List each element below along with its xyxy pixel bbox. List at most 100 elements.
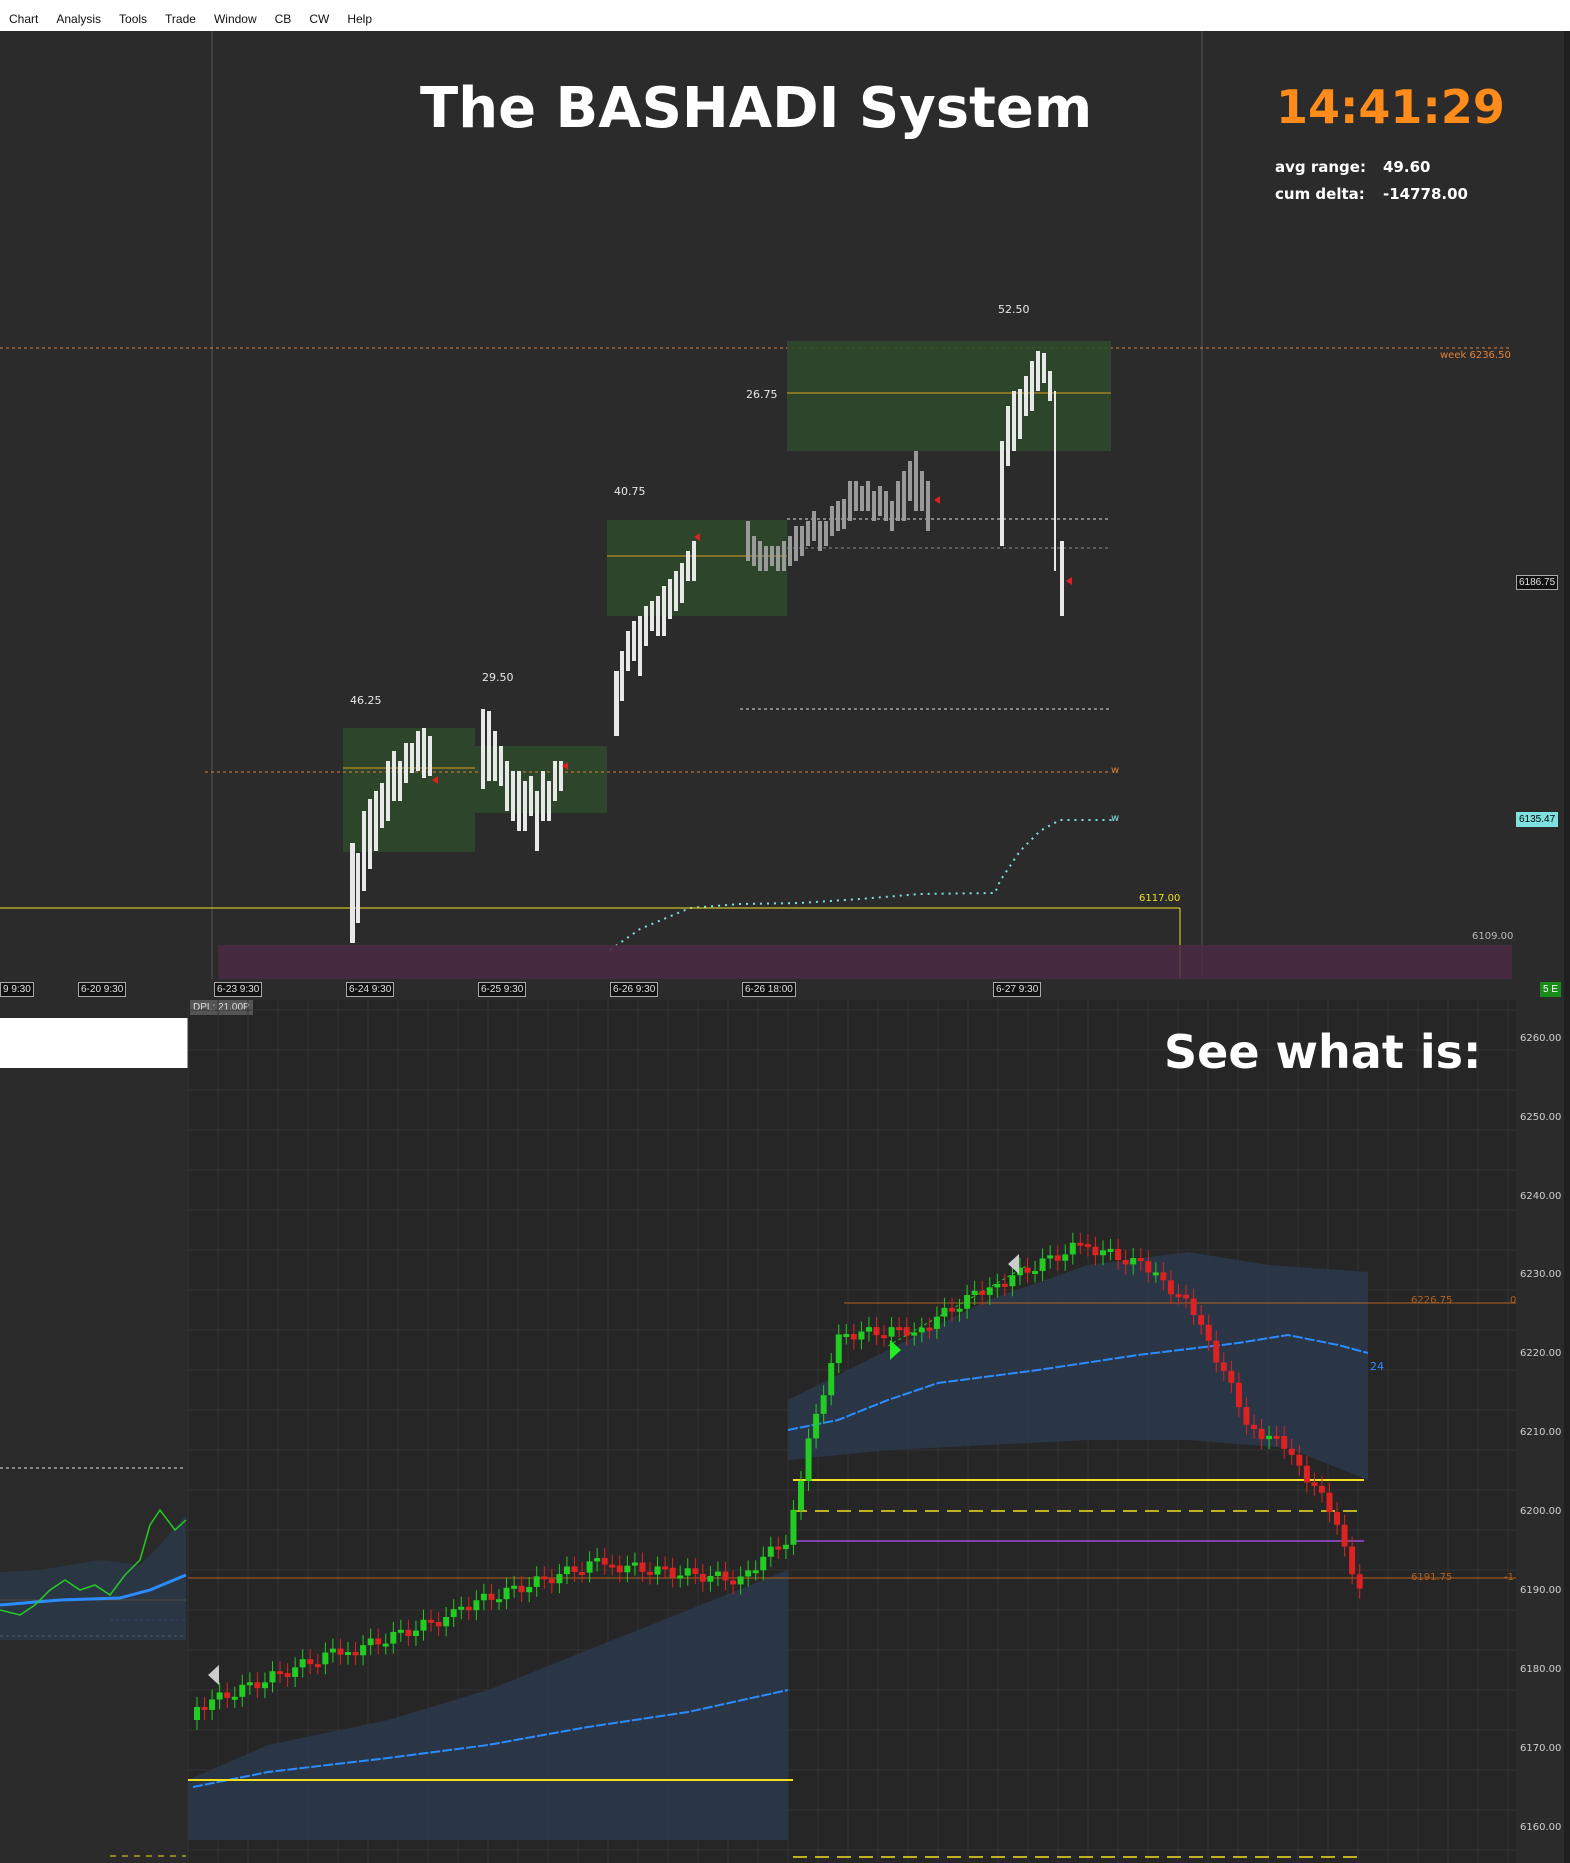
candle-body (669, 1567, 676, 1578)
candle-body (730, 1580, 737, 1585)
menu-window[interactable]: Window (205, 12, 266, 26)
candle-body (556, 1574, 563, 1584)
candle-body (488, 1593, 495, 1600)
tpo-columns-grey (746, 451, 930, 571)
candle-body (820, 1395, 827, 1414)
candle-body (1213, 1340, 1220, 1363)
candle-body (722, 1571, 729, 1581)
system-title: The BASHADI System (420, 76, 1093, 141)
candle-body (639, 1562, 646, 1572)
menu-tools[interactable]: Tools (110, 12, 156, 26)
grey-arrow-icon (1008, 1254, 1019, 1274)
candle-body (949, 1307, 955, 1312)
week-level-label: week 6236.50 (1440, 350, 1511, 361)
menu-help[interactable]: Help (338, 12, 381, 26)
candle-body (956, 1308, 963, 1312)
candle-body (541, 1576, 548, 1580)
candle-body (337, 1648, 344, 1655)
price-tick: 6180.00 (1520, 1664, 1562, 1675)
candle-body (850, 1334, 857, 1340)
candle-body (911, 1332, 918, 1336)
candle-body (277, 1671, 284, 1675)
candle-body (526, 1586, 533, 1593)
candle-body (548, 1578, 555, 1584)
profile-range-label: 40.75 (614, 485, 646, 498)
candle-body (782, 1544, 789, 1550)
candle-body (194, 1707, 200, 1720)
candle-body (1303, 1465, 1310, 1483)
candle-body (971, 1290, 978, 1296)
price-tick: 6260.00 (1520, 1033, 1562, 1044)
candle-body (397, 1629, 404, 1633)
grey-arrow-icon (208, 1665, 219, 1685)
scrollbar-right[interactable] (1564, 31, 1570, 1863)
candle-body (1145, 1261, 1152, 1273)
candle-body (1220, 1362, 1227, 1371)
candle-body (1251, 1424, 1257, 1429)
time-label: 9 9:30 (0, 982, 34, 997)
candle-body (428, 1619, 435, 1623)
red-marker (1066, 577, 1072, 585)
candle-body (1288, 1448, 1295, 1455)
candle-body (616, 1565, 623, 1573)
candle-body (458, 1606, 465, 1610)
candle-body (1190, 1298, 1197, 1316)
candle-body (345, 1651, 351, 1655)
menu-trade[interactable]: Trade (156, 12, 205, 26)
candle-body (737, 1576, 744, 1585)
candle-body (465, 1606, 472, 1611)
candle-body (798, 1480, 804, 1510)
time-label: 6-24 9:30 (346, 982, 395, 997)
candle-body (1152, 1272, 1159, 1276)
candle-body (579, 1571, 586, 1575)
price-axis-top[interactable] (1512, 31, 1570, 1000)
profile-range-label: 52.50 (998, 303, 1030, 316)
candle-body (594, 1558, 601, 1562)
candle-body (699, 1573, 706, 1582)
candle-body (677, 1575, 684, 1579)
time-label: 6-20 9:30 (78, 982, 127, 997)
candle-body (1281, 1436, 1288, 1449)
low-zone-band (218, 945, 1512, 979)
candle-body (752, 1570, 759, 1574)
price-tick: 6240.00 (1520, 1191, 1562, 1202)
candle-body (1160, 1272, 1167, 1281)
candle-body (231, 1696, 238, 1700)
price-tick: 6230.00 (1520, 1269, 1562, 1280)
w-marker-orange: w (1111, 765, 1120, 776)
tag-neg-one: -1 (1504, 1572, 1514, 1583)
candle-body (1032, 1270, 1039, 1274)
candle-body (201, 1707, 208, 1710)
candle-body (933, 1316, 940, 1329)
candle-body (299, 1659, 306, 1668)
candle-body (443, 1616, 450, 1627)
candle-body (254, 1682, 261, 1689)
menu-bar: Chart Analysis Tools Trade Window CB CW … (0, 6, 1570, 31)
price-tick: 6220.00 (1520, 1348, 1562, 1359)
price-tag-vwap: 6135.47 (1516, 812, 1559, 827)
corner-badge: 5 E (1540, 982, 1562, 997)
candle-body (571, 1566, 578, 1572)
candle-body (1175, 1294, 1182, 1298)
candle-body (360, 1645, 367, 1656)
candle-body (692, 1568, 699, 1574)
profile-range-label: 29.50 (482, 671, 514, 684)
candle-body (503, 1587, 510, 1600)
candle-body (1266, 1435, 1273, 1440)
candle-body (1296, 1454, 1303, 1466)
menu-cb[interactable]: CB (266, 12, 301, 26)
candle-body (828, 1363, 835, 1396)
candlestick-graphics (187, 1000, 1516, 1863)
menu-analysis[interactable]: Analysis (47, 12, 110, 26)
candle-body (1039, 1258, 1046, 1271)
menu-chart[interactable]: Chart (0, 12, 47, 26)
cum-delta-value: -14778.00 (1383, 185, 1468, 203)
menu-cw[interactable]: CW (300, 12, 338, 26)
level-6191-label: 6191.75 (1411, 1572, 1453, 1583)
avg-range-value: 49.60 (1383, 158, 1431, 176)
candle-body (435, 1622, 442, 1627)
candle-body (1122, 1260, 1129, 1265)
candle-body (511, 1585, 518, 1589)
candle-body (707, 1575, 714, 1582)
candle-body (881, 1335, 888, 1339)
